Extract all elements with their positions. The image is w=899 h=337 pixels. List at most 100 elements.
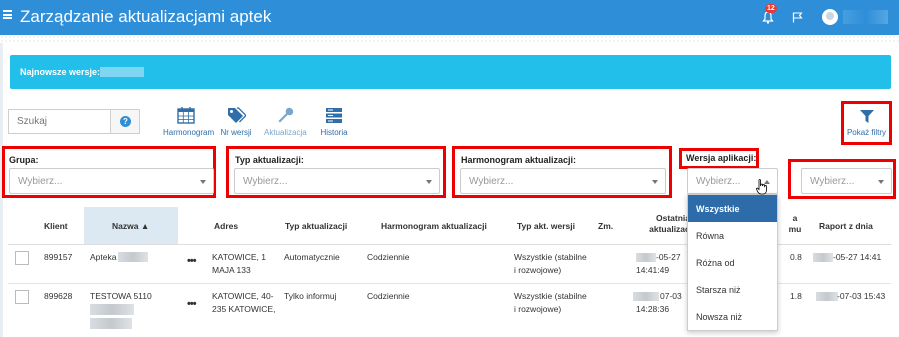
- show-filters-label: Pokaż filtry: [846, 128, 887, 137]
- cell-raport: -05-27 14:41: [833, 252, 882, 262]
- aktualizacja-label: Aktualizacja: [264, 128, 307, 137]
- row-checkbox[interactable]: [15, 251, 29, 265]
- cell-raport: -07-03 15:43: [837, 291, 886, 301]
- search-input[interactable]: [8, 109, 110, 134]
- grupa-select[interactable]: Wybierz...: [9, 168, 214, 194]
- calendar-icon: [177, 107, 195, 124]
- chevron-down-icon: [200, 180, 206, 184]
- harmonogram-button[interactable]: Harmonogram: [163, 107, 214, 137]
- latest-versions-label: Najnowsze wersje:: [20, 67, 101, 77]
- harmonogram-select[interactable]: Wybierz...: [460, 168, 666, 194]
- cell-adres-line2: MAJA 133: [212, 265, 251, 275]
- cell-wersja: 0.8: [790, 252, 802, 262]
- row-checkbox[interactable]: [15, 290, 29, 304]
- wersja-value-select[interactable]: Wybierz...: [801, 168, 892, 194]
- cell-adres: KATOWICE, 40- 235 KATOWICE,: [212, 290, 275, 316]
- wersja-placeholder: Wybierz...: [696, 176, 741, 187]
- option-wszystkie[interactable]: Wszystkie: [688, 195, 777, 222]
- report-date-redacted: [813, 253, 833, 262]
- nr-wersji-label: Nr wersji: [220, 128, 252, 137]
- cell-klient: 899157: [44, 252, 73, 262]
- filter-label-typ: Typ aktualizacji:: [235, 155, 304, 165]
- tags-icon: [227, 107, 246, 123]
- cell-ostatnia-date: -05-27: [656, 252, 681, 262]
- filter-icon: [859, 110, 874, 123]
- cell-typ-wersji-line1: Wszystkie (stabilne: [514, 252, 587, 262]
- col-harmonogram[interactable]: Harmonogram aktualizacji: [381, 221, 487, 232]
- aktualizacja-button[interactable]: Aktualizacja: [264, 107, 307, 137]
- cell-typ-wersji: Wszystkie (stabilne i rozwojowe): [514, 251, 587, 277]
- name-redacted: [90, 318, 132, 329]
- option-starsza-niz[interactable]: Starsza niż: [688, 276, 777, 303]
- col-klient[interactable]: Klient: [44, 221, 68, 232]
- col-adres[interactable]: Adres: [214, 221, 238, 232]
- cell-adres-line2: 235 KATOWICE,: [212, 304, 276, 314]
- filter-label-wersja: Wersja aplikacji:: [686, 153, 757, 163]
- cell-klient: 899628: [44, 291, 73, 301]
- latest-versions-banner: Najnowsze wersje:: [10, 55, 891, 89]
- name-redacted: [118, 252, 148, 262]
- list-icon: [326, 108, 342, 123]
- cell-typ-wersji-line2: i rozwojowe): [514, 304, 562, 314]
- filter-label-harmonogram: Harmonogram aktualizacji:: [461, 155, 577, 165]
- chevron-down-icon: [426, 180, 432, 184]
- col-wersja-line2: mu: [788, 224, 802, 234]
- cell-typ-wersji: Wszystkie (stabilne i rozwojowe): [514, 290, 587, 316]
- cell-nazwa: TESTOWA 5110: [90, 291, 152, 301]
- option-rowna[interactable]: Równa: [688, 222, 777, 249]
- latest-versions-redacted: [100, 67, 144, 77]
- cell-adres-line1: KATOWICE, 1: [212, 252, 267, 262]
- row-menu-icon[interactable]: •••: [187, 298, 197, 310]
- nr-wersji-button[interactable]: Nr wersji: [220, 107, 252, 137]
- col-typ-aktualizacji[interactable]: Typ aktualizacji: [285, 221, 347, 232]
- header-divider: [0, 35, 899, 43]
- option-rozna-od[interactable]: Różna od: [688, 249, 777, 276]
- col-wersja-programu[interactable]: a mu: [788, 213, 802, 235]
- option-nowsza-niz[interactable]: Nowsza niż: [688, 303, 777, 330]
- col-nazwa[interactable]: Nazwa ▲: [112, 221, 149, 232]
- wrench-icon: [278, 107, 293, 123]
- chevron-down-icon: [878, 180, 884, 184]
- user-name-redacted[interactable]: [843, 10, 888, 24]
- flag-icon[interactable]: [792, 12, 803, 23]
- harmonogram-placeholder: Wybierz...: [469, 176, 514, 187]
- report-date-redacted: [816, 292, 838, 301]
- grupa-placeholder: Wybierz...: [18, 176, 63, 187]
- top-bar: Zarządzanie aktualizacjami aptek 12: [0, 0, 899, 35]
- notification-badge: 12: [765, 4, 777, 13]
- search-help-button[interactable]: ?: [110, 109, 140, 134]
- chevron-down-icon: [652, 180, 658, 184]
- cell-typ: Automatycznie: [284, 252, 340, 262]
- hand-cursor-icon: [756, 179, 767, 195]
- cell-ostatnia-date: 07-03: [660, 291, 682, 301]
- cell-typ-wersji-line1: Wszystkie (stabilne: [514, 291, 587, 301]
- wersja-operator-dropdown: Wszystkie Równa Różna od Starsza niż Now…: [687, 194, 778, 331]
- historia-button[interactable]: Historia: [319, 107, 349, 137]
- col-zm[interactable]: Zm.: [598, 221, 613, 232]
- cell-ostatnia-time: 14:28:36: [636, 304, 670, 314]
- cell-ostatnia: -05-27 14:41:49: [636, 251, 681, 277]
- col-raport[interactable]: Raport z dnia: [819, 221, 873, 232]
- name-redacted: [90, 304, 134, 315]
- typ-placeholder: Wybierz...: [243, 176, 288, 187]
- cell-typ-wersji-line2: i rozwojowe): [514, 265, 562, 275]
- cell-adres-line1: KATOWICE, 40-: [212, 291, 274, 301]
- row-menu-icon[interactable]: •••: [187, 255, 197, 267]
- app-title: Zarządzanie aktualizacjami aptek: [20, 7, 272, 26]
- cell-typ: Tylko informuj: [284, 291, 337, 301]
- typ-aktualizacji-select[interactable]: Wybierz...: [234, 168, 440, 194]
- cell-ostatnia-time: 14:41:49: [636, 265, 670, 275]
- hamburger-menu-icon[interactable]: [3, 10, 12, 19]
- cell-wersja: 1.8: [790, 291, 802, 301]
- historia-label: Historia: [320, 128, 348, 137]
- wersja-value-placeholder: Wybierz...: [810, 176, 855, 187]
- harmonogram-label: Harmonogram: [163, 128, 215, 137]
- col-typ-akt-wersji[interactable]: Typ akt. wersji: [517, 221, 575, 232]
- col-wersja-line1: a: [792, 213, 798, 223]
- show-filters-button[interactable]: Pokaż filtry: [841, 101, 892, 145]
- cell-nazwa: Apteka: [90, 252, 117, 262]
- cell-ostatnia: 07-03 14:28:36: [636, 290, 682, 316]
- help-icon: ?: [120, 116, 131, 127]
- cell-harmonogram: Codziennie: [367, 291, 410, 301]
- user-avatar[interactable]: [822, 9, 838, 25]
